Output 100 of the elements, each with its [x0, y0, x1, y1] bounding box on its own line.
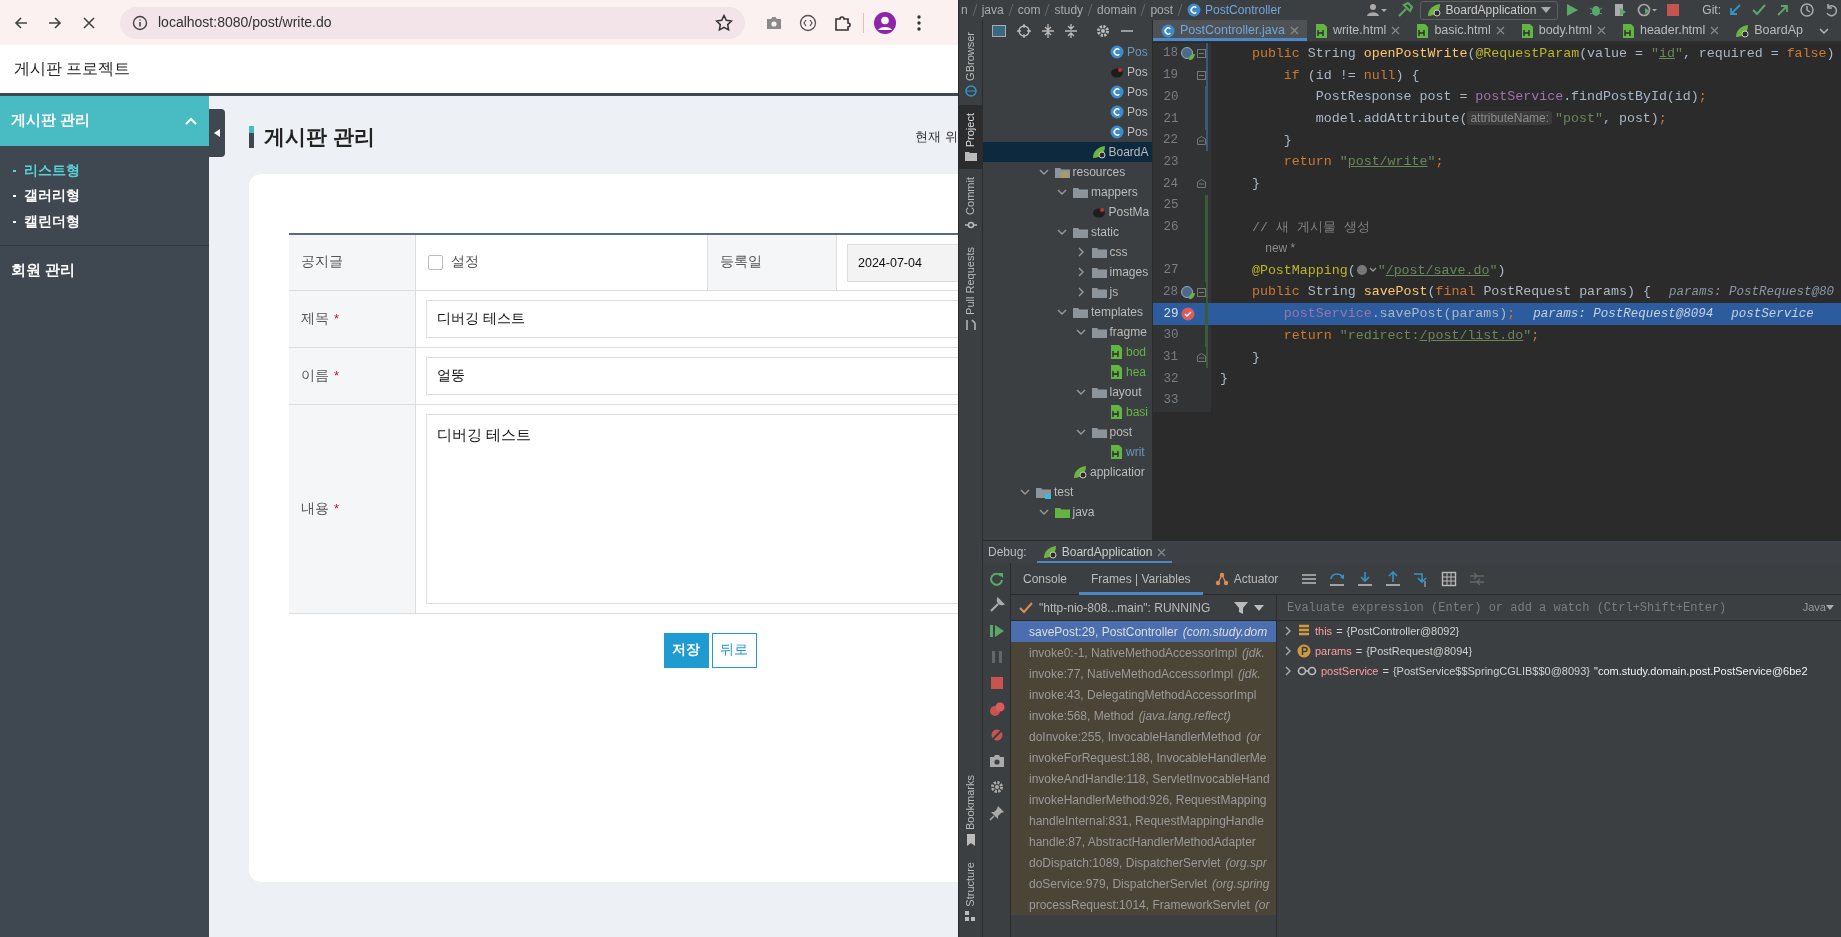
stack-frame[interactable]: handleInternal:831, RequestMappingHandle — [1011, 810, 1276, 831]
panel-label: Debug: — [988, 544, 1027, 561]
tree-item[interactable]: Pos — [983, 42, 1152, 62]
stack-frame[interactable]: doService:979, DispatcherServlet (org.spring — [1011, 873, 1276, 894]
tree-item[interactable]: Pos — [983, 62, 1152, 82]
evaluate-field[interactable]: Evaluate expression (Enter) or add a watch (Ctrl+Shift+Enter) — [1285, 597, 1800, 618]
variable-name: postService — [1321, 663, 1379, 679]
tree-item[interactable]: layout — [983, 382, 1152, 402]
field-label: 이름 — [301, 366, 329, 385]
tool-window-button[interactable]: Commit — [959, 169, 982, 240]
code-token: ) — [1826, 46, 1835, 61]
tool-window-button[interactable]: Pull Requests — [959, 239, 982, 339]
stack-frame[interactable]: invokeForRequest:188, InvocableHandlerMe — [1011, 747, 1276, 768]
stack-frame[interactable]: savePost:29, PostController (com.study.dom — [1011, 621, 1276, 642]
tool-window-button[interactable]: Structure — [959, 854, 982, 931]
editor-tab[interactable]: body.html — [1512, 20, 1614, 41]
tree-item[interactable]: fragme — [983, 322, 1152, 342]
tree-item[interactable]: static — [983, 222, 1152, 242]
stack-frame[interactable]: invoke:77, NativeMethodAccessorImpl (jdk. — [1011, 663, 1276, 684]
tree-item[interactable]: resources — [983, 162, 1152, 182]
editor-tab[interactable]: basic.html — [1408, 20, 1513, 41]
text-area[interactable]: 디버깅 테스트 — [426, 414, 958, 604]
menu-item[interactable]: 갤러리형 — [0, 183, 209, 209]
tool-window-button[interactable]: Project — [959, 104, 982, 170]
required-mark: * — [334, 367, 340, 386]
code-token: PostResponse post = — [1315, 89, 1468, 105]
panel-tab[interactable]: Frames | Variables — [1079, 562, 1203, 595]
tree-item[interactable]: bod — [983, 342, 1152, 362]
stack-frame[interactable]: invoke0:-1, NativeMethodAccessorImpl (jdk. — [1011, 642, 1276, 663]
stack-frame[interactable]: handle:87, AbstractHandlerMethodAdapter — [1011, 831, 1276, 852]
line-number: 31 — [1162, 349, 1179, 367]
menu-item[interactable]: 캘린더형 — [0, 209, 209, 235]
menu-header[interactable]: 회원 관리 — [0, 245, 209, 296]
equals-sign: = — [1336, 623, 1343, 639]
stack-frame[interactable]: doInvoke:255, InvocableHandlerMethod (or — [1011, 726, 1276, 747]
language-dropdown[interactable]: Java — [1799, 599, 1837, 616]
editor-tab[interactable]: BoardAp — [1727, 20, 1811, 41]
tree-item[interactable]: templates — [983, 302, 1152, 322]
save-button[interactable]: 저장 — [663, 633, 709, 668]
stack-frame[interactable]: invokeAndHandle:118, ServletInvocableHand — [1011, 768, 1276, 789]
line-number: 30 — [1162, 327, 1179, 345]
breadcrumb-item[interactable]: study — [1054, 1, 1084, 19]
tree-item[interactable]: Pos — [983, 102, 1152, 122]
tree-item[interactable]: images — [983, 262, 1152, 282]
editor-tab[interactable]: header.html — [1613, 20, 1728, 41]
stack-frame[interactable]: invokeHandlerMethod:926, RequestMapping — [1011, 789, 1276, 810]
line-number: 25 — [1162, 197, 1179, 215]
code-token: "redirect: — [1339, 327, 1420, 343]
tree-item[interactable]: hea — [983, 362, 1152, 382]
breadcrumb-item[interactable]: com — [1017, 1, 1041, 19]
tree-item[interactable]: mappers — [983, 182, 1152, 202]
thread-selector[interactable]: "http-nio-808...main": RUNNING — [1039, 598, 1211, 617]
tree-item[interactable]: writ — [983, 442, 1152, 462]
code-token: (value = — [1579, 46, 1643, 61]
run-config-dropdown[interactable]: BoardApplication — [1419, 0, 1559, 20]
code-token: postService — [1283, 305, 1372, 321]
breadcrumb-item[interactable]: post — [1150, 1, 1174, 19]
tree-item[interactable]: css — [983, 242, 1152, 262]
code-token: " — [1489, 262, 1498, 278]
breadcrumb-item[interactable]: domain — [1097, 1, 1137, 19]
breadcrumb-item[interactable]: PostController — [1205, 1, 1282, 19]
tree-item[interactable]: PostMa — [983, 202, 1152, 222]
stack-frame[interactable]: doDispatch:1089, DispatcherServlet (org.spr — [1011, 852, 1276, 873]
code-token: postService — [1475, 89, 1564, 105]
tree-item[interactable]: Pos — [983, 82, 1152, 102]
breadcrumb-item[interactable]: n — [961, 1, 968, 19]
address-bar[interactable]: localhost:8080/post/write.do — [120, 6, 745, 39]
tool-window-button[interactable]: Bookmarks — [959, 767, 982, 855]
tool-window-button[interactable]: GBrowser — [959, 24, 982, 105]
field-label: 제목 — [301, 309, 329, 328]
tree-item[interactable]: Pos — [983, 122, 1152, 142]
tree-item[interactable]: basi — [983, 402, 1152, 422]
breadcrumb-item[interactable]: java — [981, 1, 1004, 19]
code-token: PostRequest params) { — [1483, 284, 1651, 300]
session-tab[interactable]: BoardApplication — [1036, 541, 1173, 563]
tree-item[interactable]: applicatior — [983, 462, 1152, 482]
stack-frame[interactable]: invoke:43, DelegatingMethodAccessorImpl — [1011, 684, 1276, 705]
tree-item[interactable]: js — [983, 282, 1152, 302]
stack-frame[interactable]: invoke:568, Method (java.lang.reflect) — [1011, 705, 1276, 726]
author-hint: new * — [1264, 241, 1296, 256]
editor-tab[interactable]: write.html — [1306, 20, 1409, 41]
date-field[interactable]: 2024-07-04 — [847, 243, 958, 282]
code-token: "post" — [1555, 111, 1603, 127]
code-token: ( — [1467, 46, 1476, 61]
editor-tab[interactable]: PostController.java — [1153, 20, 1307, 41]
code-token: " — [1650, 46, 1659, 61]
code-token: return — [1283, 154, 1332, 170]
panel-tab[interactable]: Console — [1011, 562, 1080, 595]
text-field[interactable]: 디버깅 테스트 — [426, 300, 958, 338]
menu-item[interactable]: 리스트형 — [0, 158, 209, 184]
text-field[interactable]: 얼뚱 — [426, 357, 958, 395]
tree-item[interactable]: test — [983, 482, 1152, 502]
debug-value: postService — [1731, 306, 1814, 321]
stack-frame[interactable]: processRequest:1014, FrameworkServlet (or — [1011, 894, 1276, 915]
tree-item[interactable]: post — [983, 422, 1152, 442]
tree-item[interactable]: java — [983, 502, 1152, 522]
back-button[interactable]: 뒤로 — [711, 633, 757, 668]
code-token: .findPostById(id) — [1563, 89, 1699, 105]
tree-item[interactable]: BoardA — [983, 142, 1152, 162]
panel-tab[interactable]: Actuator — [1202, 562, 1291, 595]
